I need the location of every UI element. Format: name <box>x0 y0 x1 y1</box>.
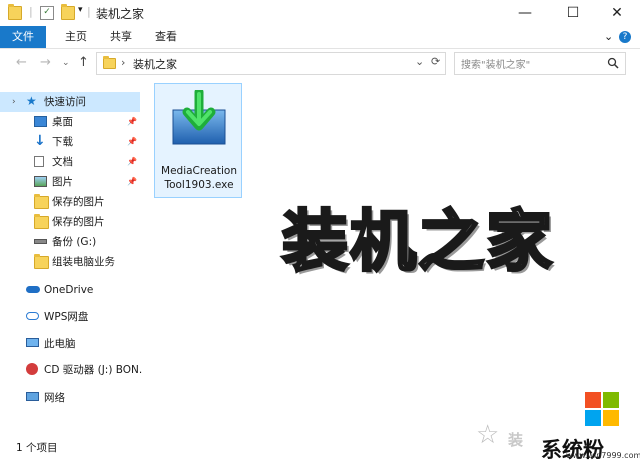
file-name-line: MediaCreation <box>161 165 237 177</box>
sidebar-item-documents[interactable]: 文档 📌 <box>0 152 140 172</box>
properties-icon[interactable]: ✓ <box>40 6 54 20</box>
sidebar-item-this-pc[interactable]: 此电脑 <box>0 334 140 354</box>
sidebar-item-saved-pictures[interactable]: 保存的图片 <box>0 192 140 212</box>
separator: | <box>87 5 91 18</box>
sidebar-item-label: OneDrive <box>44 284 94 296</box>
customize-toolbar-icon[interactable]: ▾ <box>78 5 83 15</box>
tab-file[interactable]: 文件 <box>0 26 46 48</box>
search-placeholder: 搜索"装机之家" <box>461 60 531 71</box>
windows-logo-icon <box>585 392 619 426</box>
file-name: MediaCreation Tool1903.exe <box>155 164 243 192</box>
refresh-icon[interactable]: ⟳ <box>431 55 440 68</box>
sidebar-item-onedrive[interactable]: OneDrive <box>0 280 140 300</box>
sidebar-item-network[interactable]: 网络 <box>0 388 140 408</box>
new-folder-icon[interactable] <box>61 4 75 20</box>
computer-icon <box>26 338 39 347</box>
pin-icon[interactable]: 📌 <box>127 152 137 172</box>
chevron-right-icon[interactable]: › <box>12 92 16 112</box>
sidebar-item-pictures[interactable]: 图片 📌 <box>0 172 140 192</box>
help-icon[interactable]: ? <box>619 31 631 43</box>
star-icon: ★ <box>26 94 37 108</box>
expand-ribbon-icon[interactable]: ⌄ <box>604 30 613 43</box>
sidebar-item-label: 快速访问 <box>44 96 86 108</box>
up-arrow-icon[interactable]: ↑ <box>78 55 89 70</box>
network-icon <box>26 392 39 401</box>
pin-icon[interactable]: 📌 <box>127 132 137 152</box>
folder-icon <box>34 254 49 269</box>
breadcrumb[interactable]: 装机之家 <box>133 56 177 72</box>
title-bar: | ✓ ▾ | 装机之家 — ☐ ✕ <box>0 0 640 26</box>
file-item[interactable]: MediaCreation Tool1903.exe <box>154 83 242 198</box>
sidebar-item-wps-cloud[interactable]: WPS网盘 <box>0 307 140 327</box>
desktop-icon <box>34 116 47 127</box>
media-creation-tool-icon <box>172 90 226 145</box>
watermark-logo-icon: 装 <box>508 431 524 449</box>
watermark-text: 装机之家 <box>281 202 554 282</box>
tab-share[interactable]: 共享 <box>110 26 132 48</box>
sidebar-item-label: 下载 <box>52 136 73 148</box>
sidebar-item-label: 桌面 <box>52 116 73 128</box>
status-bar: 1 个项目 ☆ 装 系统粉 www.win7999.com <box>0 392 640 462</box>
window-title: 装机之家 <box>96 7 145 21</box>
item-count: 1 个项目 <box>16 442 58 454</box>
close-button[interactable]: ✕ <box>594 0 640 26</box>
sidebar-item-quick-access[interactable]: › ★ 快速访问 <box>0 92 140 112</box>
tab-view[interactable]: 查看 <box>155 26 177 48</box>
sidebar-item-backup-drive[interactable]: 备份 (G:) <box>0 232 140 252</box>
sidebar-item-label: 组装电脑业务 <box>52 256 115 268</box>
sidebar-item-label: 保存的图片 <box>52 196 105 208</box>
folder-icon <box>34 194 49 209</box>
tab-home[interactable]: 主页 <box>65 26 87 48</box>
download-icon: ↓ <box>34 133 46 149</box>
forward-arrow-icon[interactable]: → <box>40 55 51 70</box>
file-name-line: Tool1903.exe <box>164 179 234 191</box>
pin-icon[interactable]: 📌 <box>127 172 137 192</box>
address-row: ← → ⌄ ↑ › 装机之家 ⌄ ⟳ 搜索"装机之家" <box>0 48 640 78</box>
search-icon[interactable] <box>607 57 619 69</box>
sidebar-item-label: 保存的图片 <box>52 216 105 228</box>
wps-cloud-icon <box>26 312 39 320</box>
sidebar-item-label: 图片 <box>52 176 73 188</box>
maximize-button[interactable]: ☐ <box>550 0 596 26</box>
sidebar-item-assembly-business[interactable]: 组装电脑业务 <box>0 252 140 272</box>
minimize-button[interactable]: — <box>502 0 548 26</box>
ribbon-tabs: 文件 主页 共享 查看 ⌄ ? <box>0 26 640 49</box>
sidebar-item-label: CD 驱动器 (J:) BON. <box>44 364 143 376</box>
sidebar-item-label: 此电脑 <box>44 338 76 350</box>
search-input[interactable]: 搜索"装机之家" <box>454 52 626 75</box>
site-url: www.win7999.com <box>566 451 640 460</box>
cloud-icon <box>26 286 40 293</box>
sidebar-item-downloads[interactable]: ↓ 下载 📌 <box>0 132 140 152</box>
sidebar-item-cd-drive[interactable]: CD 驱动器 (J:) BON. <box>0 360 143 380</box>
sidebar-item-label: WPS网盘 <box>44 311 89 323</box>
document-icon <box>34 156 44 167</box>
cd-drive-icon <box>26 363 38 375</box>
folder-icon <box>34 214 49 229</box>
navigation-pane: › ★ 快速访问 桌面 📌 ↓ 下载 📌 文档 📌 图片 📌 保存的图片 保存的… <box>0 88 145 434</box>
picture-icon <box>34 176 47 187</box>
pin-icon[interactable]: 📌 <box>127 112 137 132</box>
drive-icon <box>34 239 47 244</box>
sidebar-item-label: 文档 <box>52 156 73 168</box>
address-dropdown-icon[interactable]: ⌄ <box>415 55 424 68</box>
sidebar-item-label: 备份 (G:) <box>52 236 97 248</box>
address-bar[interactable]: › 装机之家 ⌄ ⟳ <box>96 52 446 75</box>
back-arrow-icon[interactable]: ← <box>16 55 27 70</box>
watermark-star-icon: ☆ <box>476 420 500 450</box>
separator: | <box>29 5 33 18</box>
folder-icon <box>103 56 116 69</box>
sidebar-item-label: 网络 <box>44 392 65 404</box>
folder-icon[interactable] <box>8 4 22 20</box>
sidebar-item-desktop[interactable]: 桌面 📌 <box>0 112 140 132</box>
breadcrumb-separator[interactable]: › <box>121 56 125 69</box>
sidebar-item-saved-pictures-2[interactable]: 保存的图片 <box>0 212 140 232</box>
recent-locations-icon[interactable]: ⌄ <box>62 58 70 68</box>
